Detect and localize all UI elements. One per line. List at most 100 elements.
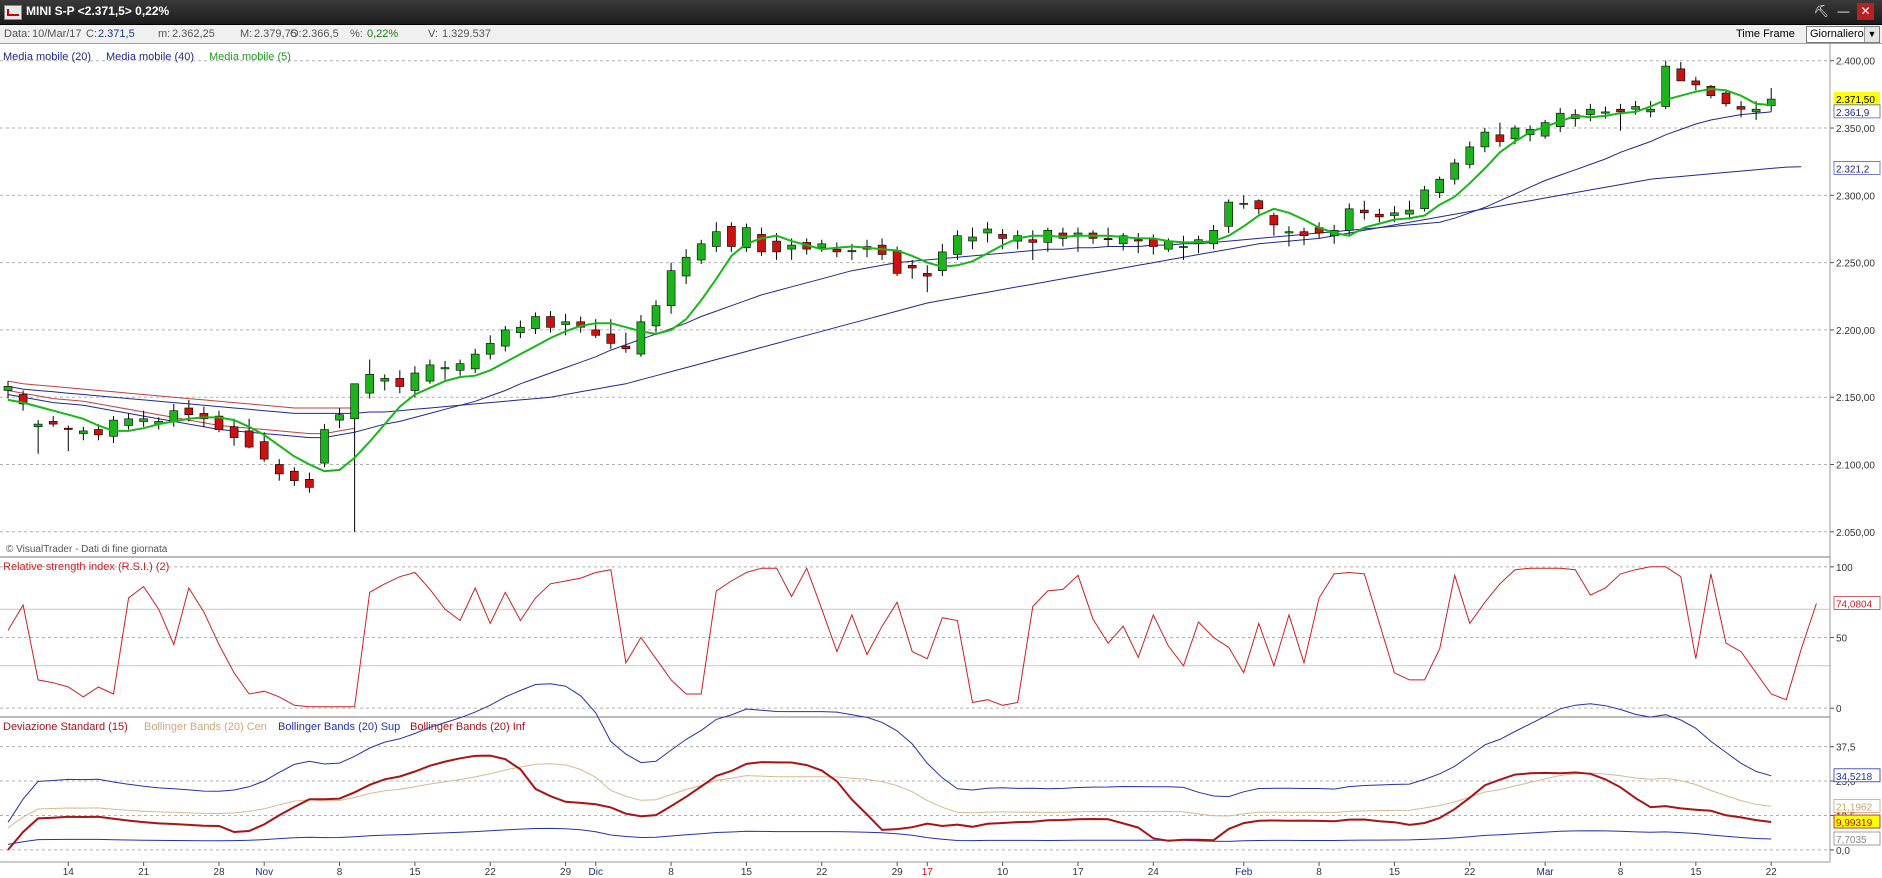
price-tag-label: 2.371,50	[1836, 95, 1875, 106]
volume-value: 1.329.537	[442, 28, 491, 40]
candle-up	[681, 256, 691, 277]
timeframe-value: Giornaliero	[1810, 28, 1864, 40]
candle-down	[1691, 80, 1701, 86]
candle-down	[772, 240, 781, 253]
candle-down	[289, 470, 299, 481]
candle-up	[1179, 246, 1188, 248]
candle-down	[1269, 215, 1279, 226]
candle-up	[109, 419, 118, 437]
close-value: 2.371,5	[98, 28, 135, 40]
x-tick-label: 15	[409, 867, 421, 878]
candle-down	[892, 250, 902, 274]
window-title: MINI S-P <2.371,5> 0,22%	[26, 4, 170, 18]
x-tick-label: 22	[816, 867, 828, 878]
bb-last-label: 7,7035	[1836, 835, 1867, 846]
candle-down	[1103, 238, 1113, 240]
candle-up	[1390, 212, 1399, 216]
x-tick-label: 14	[63, 867, 75, 878]
timeframe-select[interactable]: Giornaliero ▼	[1806, 26, 1880, 43]
window-titlebar: MINI S-P <2.371,5> 0,22% ⛏ — ✕	[0, 0, 1882, 25]
minimize-button[interactable]: —	[1835, 3, 1852, 20]
legend-bb-sup: Bollinger Bands (20) Sup	[278, 721, 400, 733]
candle-up	[636, 321, 646, 355]
candle-down	[922, 273, 932, 277]
candle-down	[395, 378, 405, 387]
candle-up	[470, 353, 480, 370]
rsi-tick-label: 0	[1836, 704, 1842, 715]
timeframe-label: Time Frame	[1736, 28, 1795, 40]
bb-last-label: 9,99319	[1836, 818, 1873, 829]
candle-up	[335, 414, 344, 421]
x-tick-label: 22	[485, 867, 497, 878]
candle-down	[546, 316, 555, 328]
chevron-down-icon[interactable]: ▼	[1864, 27, 1879, 42]
x-tick-label: 22	[1464, 867, 1476, 878]
rsi-tick-label: 50	[1836, 634, 1848, 645]
x-tick-label: 15	[741, 867, 753, 878]
candle-down	[274, 464, 284, 475]
candle-up	[350, 383, 359, 420]
candle-up	[169, 410, 179, 422]
candle-up	[1344, 208, 1354, 231]
candle-down	[1028, 239, 1038, 243]
bb-last-label: 34,5218	[1836, 772, 1873, 783]
candle-down	[244, 430, 254, 448]
candle-up	[983, 228, 992, 234]
candle-up	[1465, 146, 1475, 165]
candle-down	[606, 333, 616, 344]
tools-icon[interactable]: ⛏	[1813, 3, 1830, 20]
close-button[interactable]: ✕	[1857, 3, 1874, 20]
x-tick-label: Nov	[255, 867, 273, 878]
x-tick-label: 15	[1389, 867, 1401, 878]
candle-down	[1360, 209, 1369, 214]
chart-area[interactable]: Media mobile (20) Media mobile (40) Medi…	[0, 44, 1882, 878]
x-tick-label: 15	[1690, 867, 1702, 878]
candle-up	[711, 231, 721, 247]
price-tick-label: 2.100,00	[1836, 461, 1875, 472]
min-value: 2.362,25	[172, 28, 215, 40]
min-label: m:	[158, 28, 171, 40]
x-tick-label: 8	[668, 867, 674, 878]
price-tick-label: 2.050,00	[1836, 528, 1875, 539]
candle-down	[1495, 134, 1505, 142]
candle-up	[1480, 131, 1490, 148]
candle-up	[531, 316, 540, 329]
data-label: Data:	[4, 28, 31, 40]
price-tick-label: 2.200,00	[1836, 326, 1875, 337]
pct-value: 0,22%	[367, 28, 399, 40]
x-tick-label: 8	[337, 867, 343, 878]
candle-up	[1601, 111, 1610, 114]
price-tick-label: 2.300,00	[1836, 191, 1875, 202]
bb-tick-label: 37,5	[1836, 743, 1856, 754]
candle-up	[33, 423, 43, 428]
price-tick-label: 2.250,00	[1836, 259, 1875, 270]
candle-down	[1616, 108, 1625, 113]
candle-down	[998, 234, 1007, 239]
candle-up	[485, 343, 495, 355]
candle-down	[1721, 92, 1731, 105]
candle-down	[1706, 85, 1716, 96]
candle-down	[1375, 213, 1384, 218]
max-label: M:	[240, 28, 253, 40]
candle-down	[48, 421, 58, 425]
watermark: © VisualTrader - Dati di fine giornata	[6, 544, 168, 555]
price-tick-label: 2.350,00	[1836, 124, 1875, 135]
x-tick-label: 22	[1766, 867, 1778, 878]
bb-last-label: 21,1962	[1836, 802, 1873, 813]
candle-up	[320, 429, 329, 464]
pct-label: %:	[350, 28, 363, 40]
rsi-tick-label: 100	[1836, 563, 1853, 574]
bb-tick-label: 0,0	[1836, 846, 1850, 857]
rsi-title: Relative strength index (R.S.I.) (2)	[3, 561, 169, 573]
candle-up	[937, 251, 947, 271]
candle-down	[305, 478, 314, 488]
volume-label: V:	[428, 28, 438, 40]
candle-up	[1510, 127, 1520, 140]
candle-up	[1239, 203, 1248, 205]
candle-up	[953, 235, 962, 255]
legend-ma20: Media mobile (20)	[3, 51, 91, 63]
candle-up	[440, 367, 450, 370]
x-tick-label: 10	[997, 867, 1009, 878]
candle-down	[184, 407, 194, 415]
x-tick-label: 28	[213, 867, 225, 878]
